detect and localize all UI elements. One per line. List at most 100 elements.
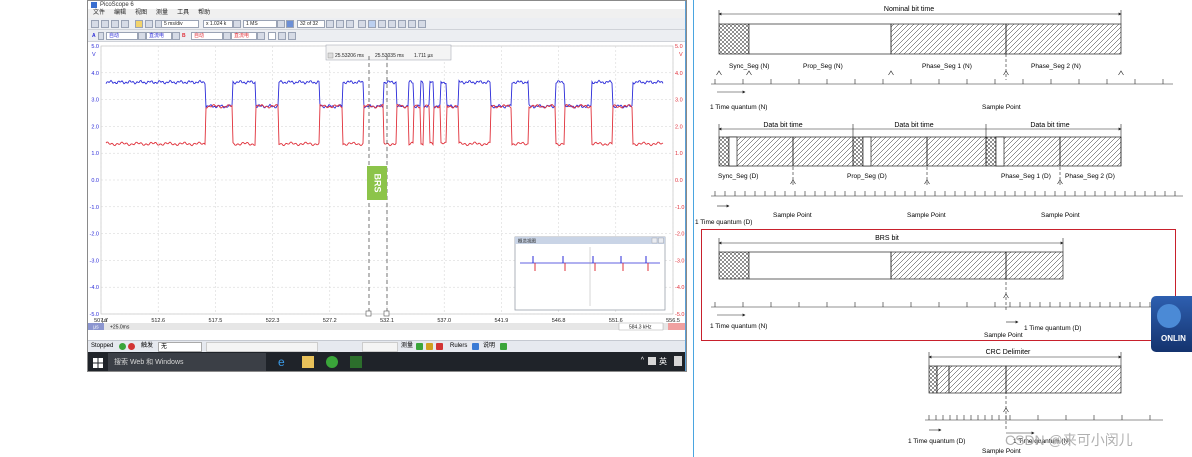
channel-b-range[interactable]: 自动: [191, 32, 223, 40]
spectrum-mode-icon[interactable]: [111, 20, 119, 28]
samples-stepper-icon[interactable]: [277, 20, 285, 28]
channel-a-coupling-dropdown-icon[interactable]: [172, 32, 180, 40]
overview-close-icon[interactable]: [658, 237, 664, 244]
window-title-bar: PicoScope 6: [88, 1, 686, 9]
phase-seg1-d: [862, 136, 928, 167]
zoom-field[interactable]: x 1.024 k: [203, 20, 233, 28]
notes-label[interactable]: 说明: [483, 341, 495, 352]
overview-minimize-icon[interactable]: [651, 237, 658, 244]
delete-measurement-icon[interactable]: [436, 343, 443, 350]
horizontal-scrollbar[interactable]: [88, 323, 687, 330]
window-right-edge: [685, 1, 686, 371]
edge-browser-icon[interactable]: e: [278, 356, 290, 368]
phase-seg2-d: [1059, 136, 1122, 167]
taskbar-search[interactable]: 搜索 Web 和 Windows: [108, 353, 266, 371]
file-explorer-icon[interactable]: [302, 356, 314, 368]
phase-seg2-d: [792, 136, 854, 167]
ruler-1-handle[interactable]: [365, 310, 372, 317]
ime-indicator[interactable]: 英: [659, 356, 667, 367]
timebase-select[interactable]: 5 ms/div: [161, 20, 199, 28]
menu-help[interactable]: 帮助: [198, 9, 210, 18]
menu-view[interactable]: 视图: [135, 9, 147, 18]
scope-view[interactable]: 5.0 5.0 4.0 4.0 3.0 3.0 2.0 2.0 1.0 1.0 0.0 0.0 -1.0…: [88, 42, 687, 332]
channel-b-range-dropdown-icon[interactable]: [223, 32, 231, 40]
edit-measurement-icon[interactable]: [426, 343, 433, 350]
menu-measure[interactable]: 测量: [156, 9, 168, 18]
next-capture-icon[interactable]: [326, 20, 334, 28]
ruler-close-icon[interactable]: [327, 52, 334, 59]
sample-point-2c-label: Sample Point: [1041, 212, 1080, 219]
scope-mode-icon[interactable]: [91, 20, 99, 28]
y-tick-right: -3.0: [675, 258, 684, 264]
start-capture-icon[interactable]: [119, 343, 126, 350]
sample-point-2b-label: Sample Point: [907, 212, 946, 219]
picoscope-window: PicoScope 6 文件编辑视图测量工具帮助 pico Technology…: [87, 0, 687, 372]
menu-file[interactable]: 文件: [93, 9, 105, 18]
no-entry-icon[interactable]: [346, 20, 354, 28]
menu-tools[interactable]: 工具: [177, 9, 189, 18]
channel-a-probe-icon[interactable]: [98, 32, 104, 40]
stop-capture-icon[interactable]: [336, 20, 344, 28]
crc-phase-d: [936, 365, 950, 394]
notes-icon[interactable]: [500, 343, 507, 350]
undo-zoom-icon[interactable]: [408, 20, 416, 28]
trigger-mode-select[interactable]: 无: [158, 342, 202, 352]
data-bit-diagram: [711, 124, 1183, 208]
pointer-icon[interactable]: [358, 20, 366, 28]
edit-icon[interactable]: [145, 20, 153, 28]
sync-seg-n: [718, 23, 750, 55]
browser-360-icon[interactable]: [326, 356, 338, 368]
probe-icon[interactable]: [135, 20, 143, 28]
zoom-out-icon[interactable]: [388, 20, 396, 28]
persistence-mode-icon[interactable]: [101, 20, 109, 28]
sync-seg-d: [718, 136, 730, 167]
ruler-t1: 25.53206 ms: [335, 53, 364, 59]
y-tick-left: 1.0: [91, 151, 99, 157]
windows-start-icon[interactable]: [93, 358, 103, 368]
online-service-badge[interactable]: ONLIN: [1151, 296, 1192, 352]
trigger-label: 触发: [141, 343, 154, 349]
tray-arrow-icon[interactable]: ^: [641, 357, 644, 364]
y-tick-left: 2.0: [91, 124, 99, 130]
stop-capture-button-icon[interactable]: [128, 343, 135, 350]
zoom-in-icon[interactable]: [378, 20, 386, 28]
sample-point-2a-label: Sample Point: [773, 212, 812, 219]
zoom-stepper-icon[interactable]: [233, 20, 241, 28]
zoom-fit-icon[interactable]: [398, 20, 406, 28]
channel-b-coupling-dropdown-icon[interactable]: [257, 32, 265, 40]
overview-window[interactable]: 概览视图: [514, 236, 666, 311]
sync-seg-d: [852, 136, 864, 167]
samples-field[interactable]: 1 MS: [243, 20, 277, 28]
channel-toolbar: A 自动 直流电 B 自动 直流电: [88, 30, 686, 42]
network-icon[interactable]: [648, 357, 656, 365]
prop-seg-d: [862, 136, 872, 167]
y-tick-left: 5.0: [91, 44, 99, 50]
buffer-nav-icon[interactable]: [286, 20, 294, 28]
capture-state: Stopped: [91, 343, 114, 349]
channel-b-coupling[interactable]: 直流电: [231, 32, 257, 40]
menu-edit[interactable]: 编辑: [114, 9, 126, 18]
trigger-settings-disabled: [206, 342, 318, 352]
math-channel-icon[interactable]: [268, 32, 276, 40]
rulers-icon[interactable]: [472, 343, 479, 350]
channel-a-coupling[interactable]: 直流电: [146, 32, 172, 40]
capture-count: 32 of 32: [297, 20, 325, 28]
hand-icon[interactable]: [368, 20, 376, 28]
y-tick-right: 1.0: [675, 151, 683, 157]
add-measurement-icon[interactable]: [416, 343, 423, 350]
zoom-overview-icon[interactable]: [418, 20, 426, 28]
phase-seg1-d-label: Phase_Seg 1 (D): [1001, 173, 1051, 180]
picoscope-taskbar-icon[interactable]: [350, 356, 362, 368]
channel-a-range-dropdown-icon[interactable]: [138, 32, 146, 40]
rulers-label[interactable]: Rulers: [450, 341, 467, 352]
brs-highlight-box: [701, 229, 1176, 341]
channel-a-range[interactable]: 自动: [106, 32, 138, 40]
crc-delimiter-title: CRC Delimiter: [986, 349, 1031, 356]
reference-icon[interactable]: [278, 32, 286, 40]
y-tick-right: -4.0: [675, 285, 684, 291]
channel-options-icon[interactable]: [121, 20, 129, 28]
notification-icon[interactable]: [674, 356, 682, 366]
channel-options-dropdown-icon[interactable]: [288, 32, 296, 40]
ruler-2-handle[interactable]: [383, 310, 390, 317]
data-bit-title-3: Data bit time: [1030, 122, 1069, 129]
